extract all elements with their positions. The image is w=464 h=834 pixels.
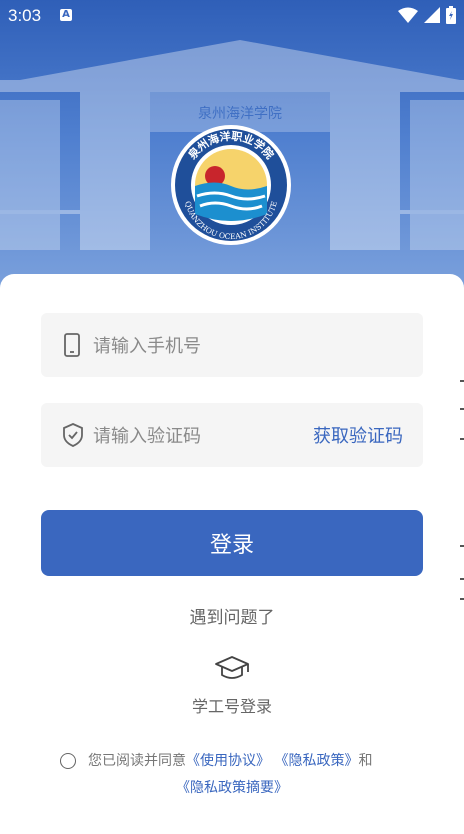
wifi-icon xyxy=(398,7,418,23)
agreement-prefix: 您已阅读并同意 xyxy=(88,753,186,769)
phone-input[interactable]: 请输入手机号 xyxy=(41,313,423,377)
verification-code-input[interactable]: 请输入验证码 获取验证码 xyxy=(41,403,423,467)
notification-icon: A xyxy=(60,9,72,21)
graduation-cap-icon[interactable] xyxy=(214,655,250,683)
agreement-text: 您已阅读并同意《使用协议》 《隐私政策》和 xyxy=(88,750,372,770)
login-button[interactable]: 登录 xyxy=(41,510,423,576)
hero-banner: 泉州海洋学院 3:03 A 泉州海洋职业学院 QUANZHOU OCEAN IN… xyxy=(0,0,464,300)
status-icons xyxy=(398,6,456,24)
battery-icon xyxy=(446,6,456,24)
get-code-button[interactable]: 获取验证码 xyxy=(313,422,403,448)
privacy-summary-link[interactable]: 《隐私政策摘要》 xyxy=(176,780,288,796)
privacy-link[interactable]: 《隐私政策》 xyxy=(274,753,358,769)
status-time: 3:03 xyxy=(8,6,42,25)
code-placeholder: 请输入验证码 xyxy=(93,426,201,447)
gate-sign: 泉州海洋学院 xyxy=(198,105,282,122)
institute-logo: 泉州海洋职业学院 QUANZHOU OCEAN INSTITUTE xyxy=(171,125,291,245)
agreement-conjunction: 和 xyxy=(358,753,373,769)
agreement-text-line2: 《隐私政策摘要》 xyxy=(0,777,464,797)
terms-link[interactable]: 《使用协议》 xyxy=(186,753,270,769)
problem-link[interactable]: 遇到问题了 xyxy=(0,603,464,628)
student-id-login-link[interactable]: 学工号登录 xyxy=(0,693,464,717)
phone-icon xyxy=(64,333,80,357)
shield-icon xyxy=(63,423,83,447)
phone-placeholder: 请输入手机号 xyxy=(93,336,201,357)
signal-icon xyxy=(424,7,440,23)
status-bar: 3:03 A xyxy=(0,0,464,32)
agreement-checkbox[interactable] xyxy=(60,753,76,769)
